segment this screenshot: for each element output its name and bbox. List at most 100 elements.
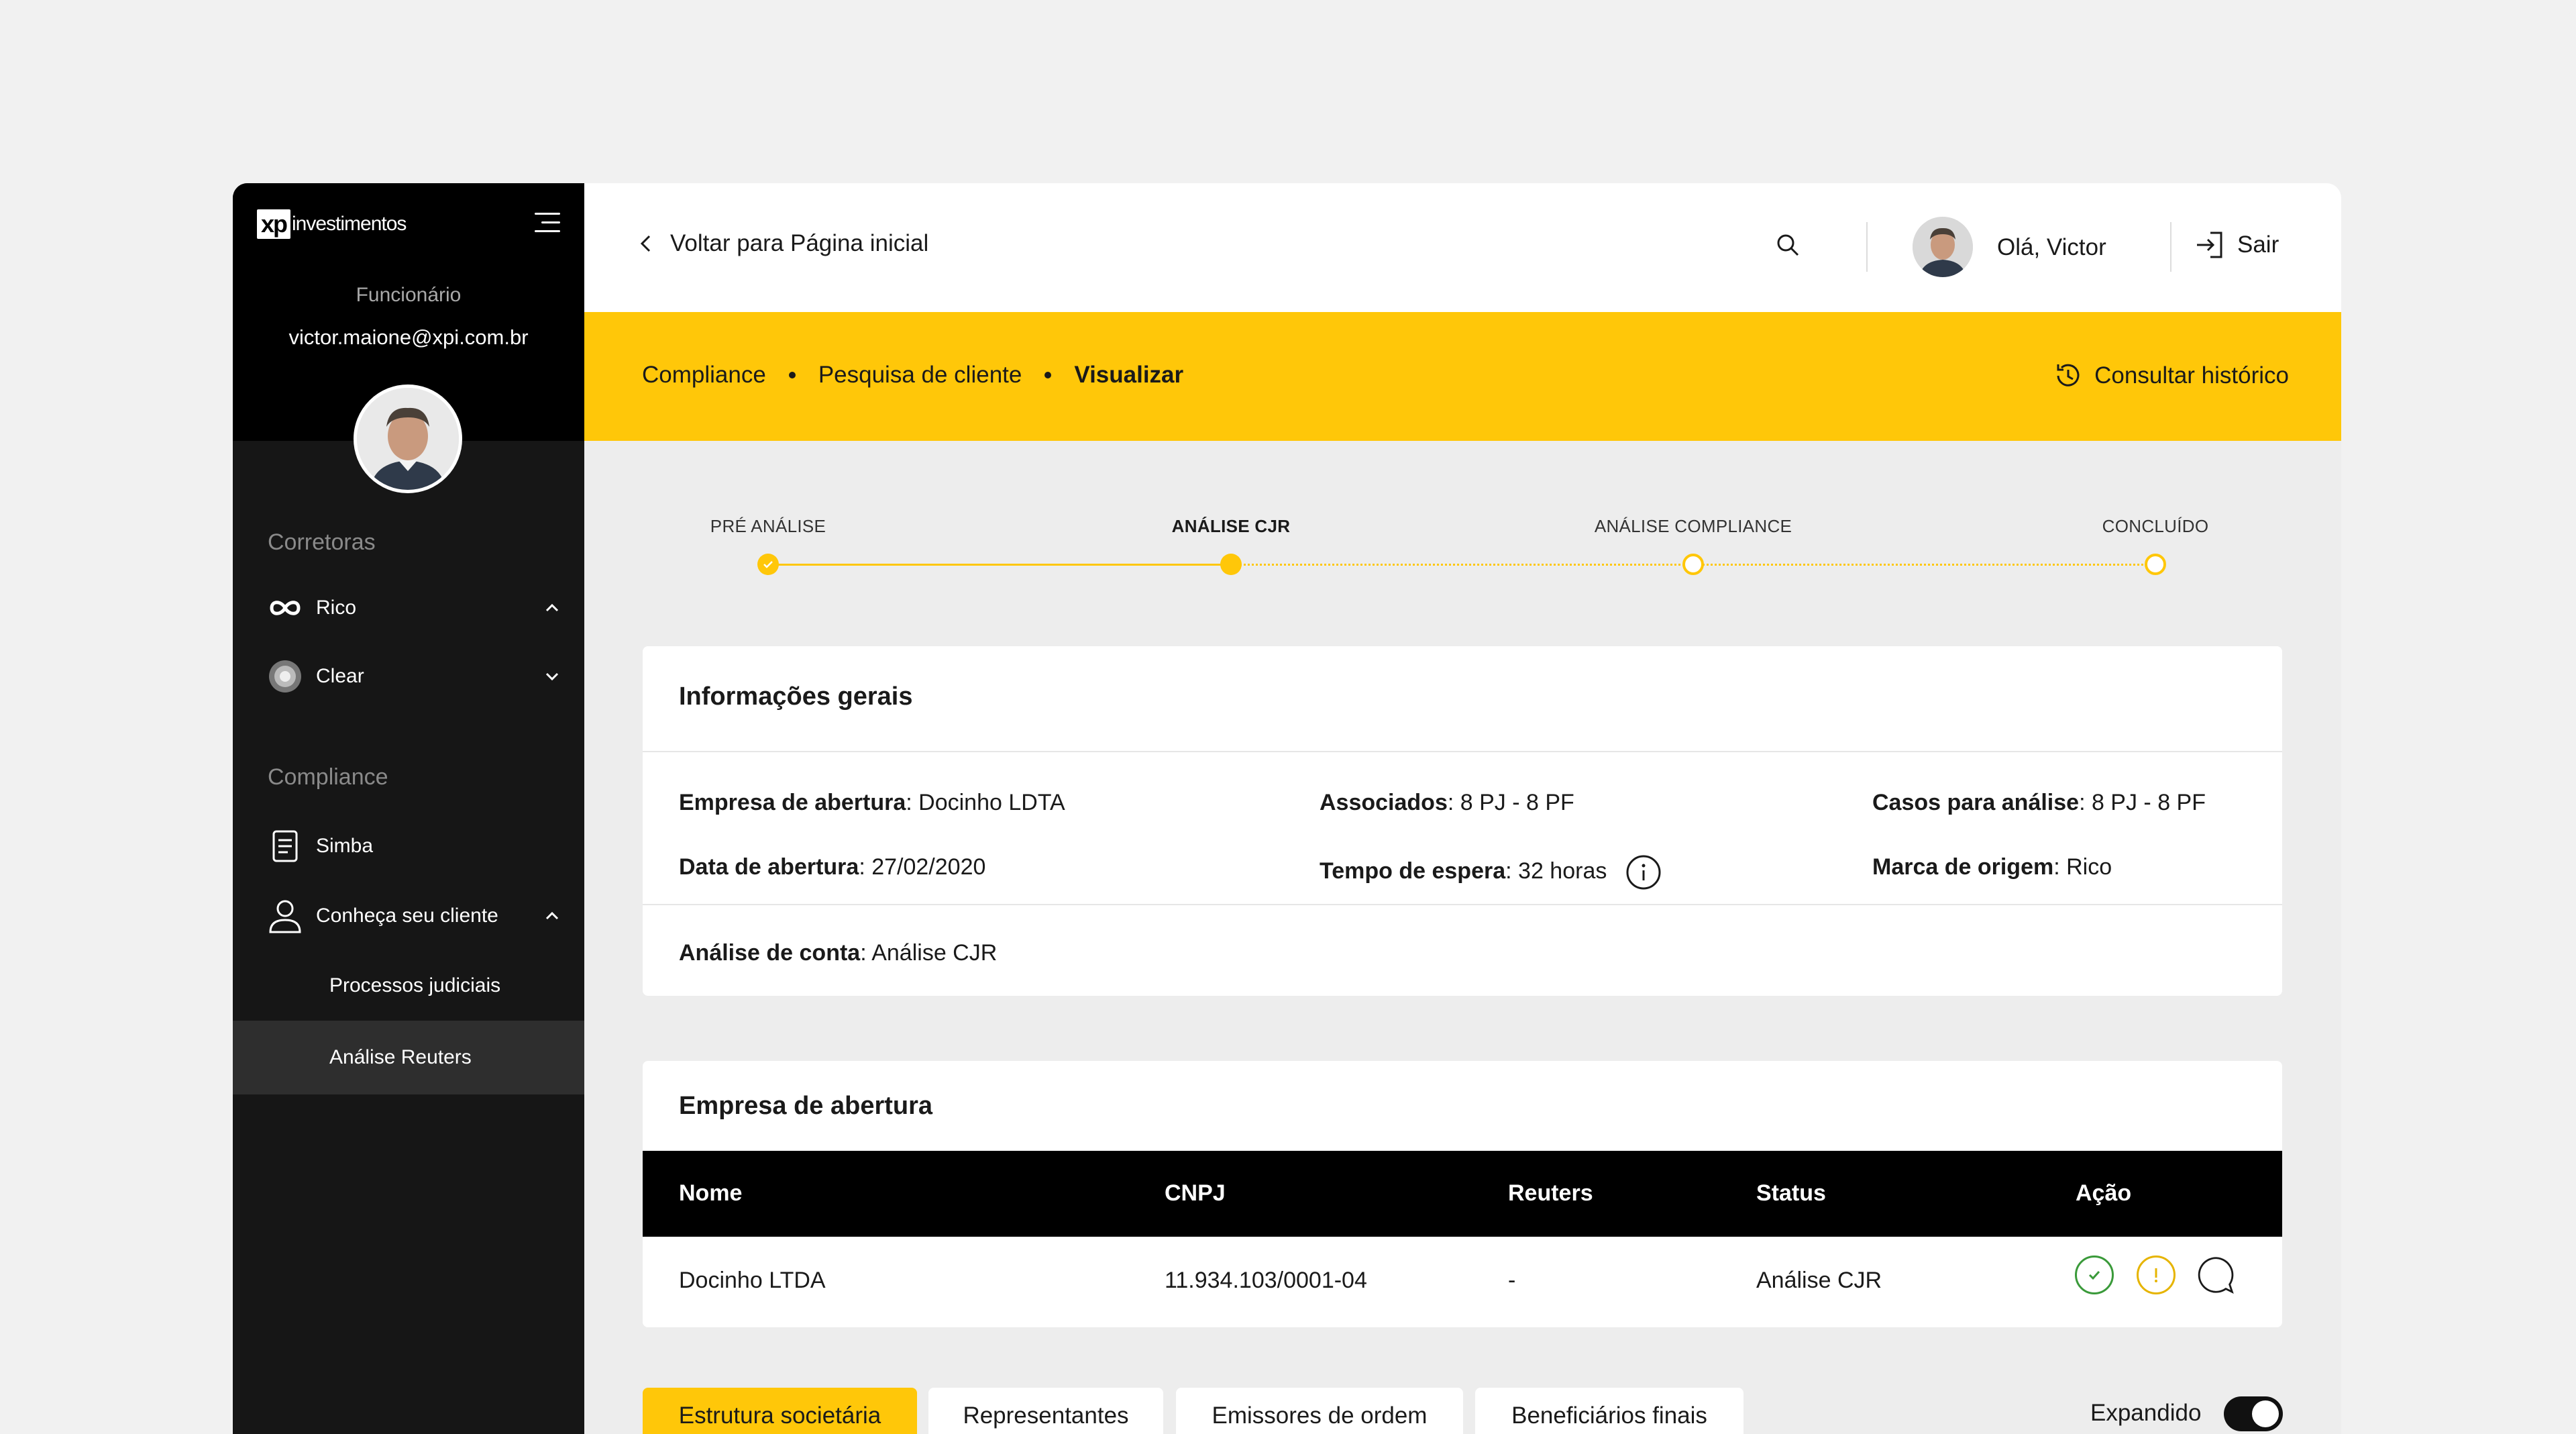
tab-label: Representantes [963, 1402, 1129, 1429]
document-icon [268, 829, 303, 864]
field-value: : Docinho LDTA [906, 790, 1065, 815]
chevron-down-icon[interactable] [541, 666, 563, 687]
tab-label: Beneficiários finais [1511, 1402, 1707, 1429]
tab-label: Estrutura societária [678, 1402, 881, 1429]
step-pending-dot [1682, 554, 1704, 575]
card-title: Empresa de abertura [679, 1092, 933, 1120]
step-current-dot [1220, 554, 1242, 575]
breadcrumb: Compliance Pesquisa de cliente Visualiza… [642, 362, 1183, 389]
sidebar-item-rico[interactable]: Rico [268, 588, 563, 628]
field-casos-analise: Casos para análise: 8 PJ - 8 PF [1872, 790, 2206, 816]
step-label-analise-cjr: ANÁLISE CJR [1171, 516, 1291, 536]
chevron-up-icon[interactable] [541, 905, 563, 927]
breadcrumb-item-compliance[interactable]: Compliance [642, 362, 766, 389]
section-title-compliance: Compliance [268, 764, 388, 790]
collapse-menu-icon[interactable] [535, 213, 560, 233]
cell-nome: Docinho LTDA [679, 1268, 826, 1293]
general-info-card: Informações gerais Empresa de abertura: … [643, 646, 2282, 921]
sidebar-item-simba[interactable]: Simba [268, 826, 563, 866]
back-link-label: Voltar para Página inicial [670, 230, 929, 256]
field-value: : 32 horas [1505, 858, 1607, 884]
field-label: Empresa de abertura [679, 790, 906, 815]
user-greeting: Olá, Victor [1997, 234, 2106, 260]
field-tempo-espera: Tempo de espera: 32 horas [1320, 854, 1662, 890]
info-icon[interactable] [1625, 854, 1662, 890]
field-value: : Análise CJR [860, 940, 998, 966]
sidebar-item-label: Conheça seu cliente [316, 905, 498, 927]
column-header-status: Status [1756, 1180, 1826, 1206]
card-title: Informações gerais [679, 682, 913, 711]
xp-logo[interactable]: xp investimentos [257, 207, 407, 241]
logo-mark: xp [257, 209, 291, 239]
step-label-analise-compliance: ANÁLISE COMPLIANCE [1594, 516, 1792, 536]
infinity-icon [268, 591, 303, 625]
sidebar: xp investimentos Funcionário victor.maio… [233, 183, 584, 1434]
field-associados: Associados: 8 PJ - 8 PF [1320, 790, 1574, 816]
logout-icon [2197, 232, 2222, 258]
logo-text: investimentos [292, 213, 407, 235]
field-marca-origem: Marca de origem: Rico [1872, 854, 2112, 880]
progress-stepper: PRÉ ANÁLISE ANÁLISE CJR ANÁLISE COMPLIAN… [584, 441, 2341, 615]
avatar[interactable] [1913, 217, 1973, 277]
sidebar-subitem-label: Processos judiciais [329, 974, 501, 996]
user-icon [268, 899, 303, 933]
approve-icon[interactable] [2075, 1256, 2114, 1294]
column-header-reuters: Reuters [1508, 1180, 1593, 1206]
user-email: victor.maione@xpi.com.br [288, 325, 529, 349]
history-button[interactable]: Consultar histórico [2053, 360, 2289, 391]
history-label: Consultar histórico [2094, 362, 2289, 389]
breadcrumb-item-pesquisa[interactable]: Pesquisa de cliente [818, 362, 1022, 389]
step-label-concluido: CONCLUÍDO [2102, 516, 2209, 536]
comment-icon[interactable] [2197, 1256, 2236, 1294]
avatar[interactable] [354, 385, 462, 493]
field-label: Marca de origem [1872, 854, 2054, 880]
chevron-left-icon [640, 235, 651, 252]
tab-estrutura-societaria[interactable]: Estrutura societária [643, 1388, 917, 1434]
sidebar-item-conheca-seu-cliente[interactable]: Conheça seu cliente [268, 896, 563, 936]
clear-logo-icon [268, 659, 303, 694]
cell-status: Análise CJR [1756, 1268, 1882, 1293]
section-title-brokers: Corretoras [268, 529, 376, 555]
expand-toggle[interactable] [2224, 1396, 2283, 1431]
field-label: Associados [1320, 790, 1448, 815]
field-label: Data de abertura [679, 854, 859, 880]
breadcrumb-separator [1044, 372, 1052, 378]
divider [643, 751, 2282, 752]
step-label-pre-analise: PRÉ ANÁLISE [710, 516, 826, 536]
toggle-knob [2252, 1400, 2279, 1427]
field-data-abertura: Data de abertura: 27/02/2020 [679, 854, 985, 880]
logout-label: Sair [2237, 232, 2279, 258]
cell-cnpj: 11.934.103/0001-04 [1165, 1268, 1367, 1293]
field-analise-conta: Análise de conta: Análise CJR [679, 940, 997, 966]
tab-label: Emissores de ordem [1212, 1402, 1428, 1429]
breadcrumb-separator [788, 372, 796, 378]
sidebar-item-label: Clear [316, 665, 364, 687]
breadcrumb-bar: Compliance Pesquisa de cliente Visualiza… [584, 312, 2341, 441]
sidebar-subitem-label: Análise Reuters [329, 1046, 472, 1068]
tab-emissores-de-ordem[interactable]: Emissores de ordem [1176, 1388, 1463, 1434]
step-pending-dot [2145, 554, 2166, 575]
field-value: : 27/02/2020 [859, 854, 986, 880]
sidebar-subitem-processos-judiciais[interactable]: Processos judiciais [233, 949, 584, 1023]
stepper-line-done [768, 564, 1231, 566]
sidebar-subitem-analise-reuters[interactable]: Análise Reuters [233, 1021, 584, 1094]
warning-icon[interactable] [2137, 1256, 2176, 1294]
sidebar-item-label: Simba [316, 835, 374, 857]
chevron-up-icon[interactable] [541, 597, 563, 619]
field-value: : Rico [2053, 854, 2112, 880]
tab-beneficiarios-finais[interactable]: Beneficiários finais [1475, 1388, 1743, 1434]
field-label: Tempo de espera [1320, 858, 1506, 884]
breadcrumb-item-current: Visualizar [1074, 362, 1184, 388]
account-analysis-row: Análise de conta: Análise CJR [643, 905, 2282, 996]
logout-button[interactable]: Sair [2194, 230, 2279, 260]
tab-representantes[interactable]: Representantes [928, 1388, 1163, 1434]
expand-toggle-label: Expandido [2090, 1400, 2202, 1426]
column-header-cnpj: CNPJ [1165, 1180, 1226, 1206]
top-header: Voltar para Página inicial Olá, Victor S… [584, 183, 2341, 312]
search-icon[interactable] [1774, 232, 1801, 258]
field-value: : 8 PJ - 8 PF [2079, 790, 2206, 815]
company-table-card: Empresa de abertura Nome CNPJ Reuters St… [643, 1061, 2282, 1327]
sidebar-item-clear[interactable]: Clear [268, 656, 563, 697]
back-link[interactable]: Voltar para Página inicial [638, 230, 928, 257]
field-value: : 8 PJ - 8 PF [1447, 790, 1574, 815]
